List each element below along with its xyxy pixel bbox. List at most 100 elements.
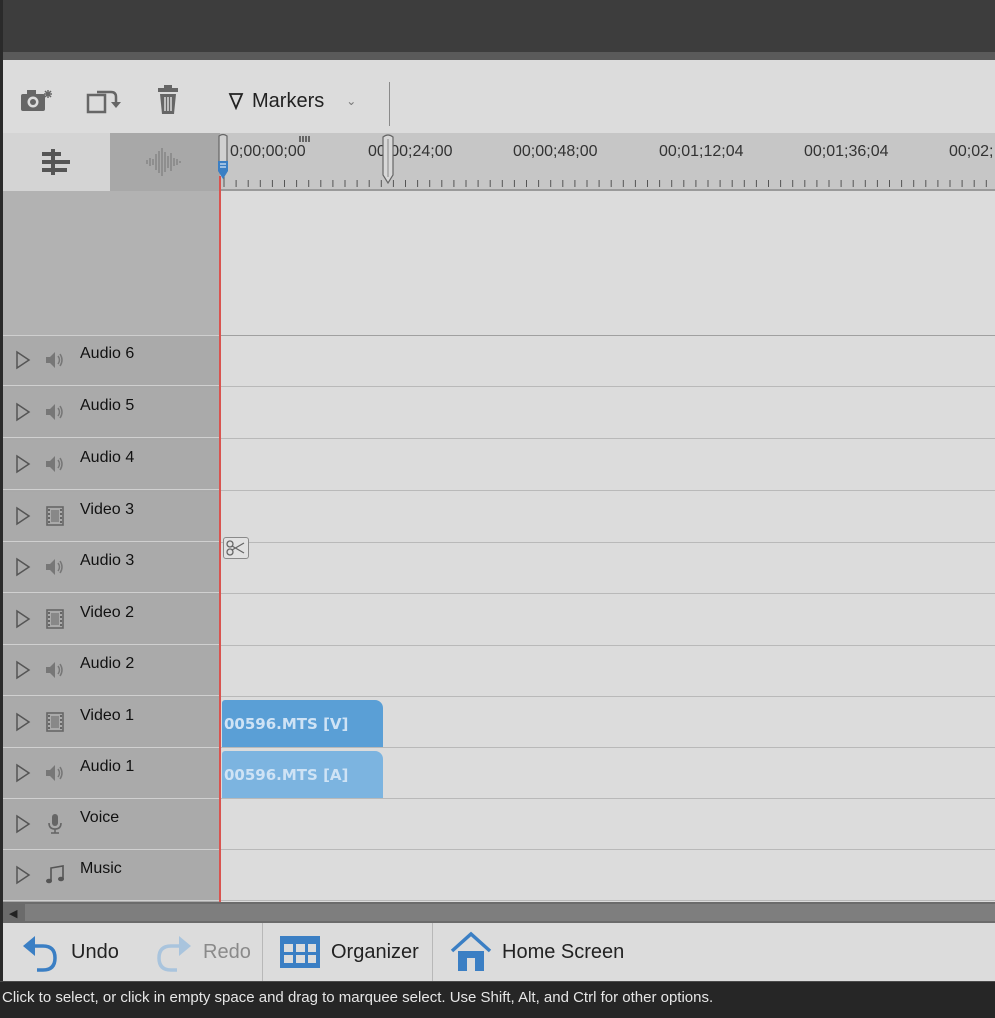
speaker-icon[interactable] bbox=[43, 761, 67, 785]
time-ruler[interactable]: 0;00;00;00 00;00;24;00 00;00;48;00 00;01… bbox=[220, 133, 995, 191]
video-clip[interactable]: 00596.MTS [V] bbox=[222, 700, 383, 747]
track-header-audio-3[interactable]: Audio 3 bbox=[3, 543, 220, 593]
expand-triangle-icon[interactable] bbox=[15, 454, 31, 474]
top-panel bbox=[0, 0, 995, 52]
undo-icon bbox=[23, 936, 57, 972]
organizer-button[interactable]: Organizer bbox=[279, 931, 419, 973]
timeline-toolbar: Markers ⌄ bbox=[3, 60, 995, 133]
track-header-video-3[interactable]: Video 3 bbox=[3, 492, 220, 542]
lane-voice[interactable] bbox=[220, 800, 995, 850]
speaker-icon[interactable] bbox=[43, 452, 67, 476]
playhead-line bbox=[219, 176, 221, 902]
track-name: Audio 5 bbox=[80, 397, 135, 414]
bottom-divider bbox=[432, 923, 433, 981]
timeline-lanes[interactable]: 00596.MTS [V] 00596.MTS [A] bbox=[220, 191, 995, 902]
track-header-video-2[interactable]: Video 2 bbox=[3, 595, 220, 645]
track-header-audio-4[interactable]: Audio 4 bbox=[3, 440, 220, 490]
track-name: Video 3 bbox=[80, 501, 134, 518]
lane-music[interactable] bbox=[220, 851, 995, 901]
empty-lane-area[interactable] bbox=[220, 191, 995, 336]
track-name: Audio 1 bbox=[80, 758, 135, 775]
lane-video-1[interactable]: 00596.MTS [V] bbox=[220, 698, 995, 748]
ruler-timecode: 00;01;36;04 bbox=[804, 143, 889, 160]
lane-audio-5[interactable] bbox=[220, 389, 995, 439]
speaker-icon[interactable] bbox=[43, 348, 67, 372]
film-icon[interactable] bbox=[43, 607, 67, 631]
markers-label: Markers bbox=[252, 89, 325, 112]
track-name: Audio 2 bbox=[80, 655, 135, 672]
scrollbar-thumb[interactable] bbox=[25, 904, 995, 921]
track-header-music[interactable]: Music bbox=[3, 851, 220, 901]
zoom-grip-icon[interactable] bbox=[298, 135, 312, 143]
track-header-audio-6[interactable]: Audio 6 bbox=[3, 336, 220, 386]
track-name: Video 1 bbox=[80, 707, 134, 724]
lane-video-2[interactable] bbox=[220, 596, 995, 646]
undo-label: Undo bbox=[71, 940, 119, 963]
home-icon bbox=[450, 931, 492, 971]
track-header-audio-5[interactable]: Audio 5 bbox=[3, 388, 220, 438]
horizontal-scrollbar[interactable]: ◀ bbox=[3, 902, 995, 923]
bottom-divider bbox=[262, 923, 263, 981]
track-header-video-1[interactable]: Video 1 bbox=[3, 698, 220, 748]
lane-audio-1[interactable]: 00596.MTS [A] bbox=[220, 749, 995, 799]
lane-audio-2[interactable] bbox=[220, 647, 995, 697]
track-header-audio-1[interactable]: Audio 1 bbox=[3, 749, 220, 799]
speaker-icon[interactable] bbox=[43, 555, 67, 579]
expand-triangle-icon[interactable] bbox=[15, 557, 31, 577]
lane-video-3[interactable] bbox=[220, 493, 995, 543]
ruler-timecode: 00;01;12;04 bbox=[659, 143, 744, 160]
film-icon[interactable] bbox=[43, 504, 67, 528]
header-empty-area bbox=[3, 191, 220, 336]
chevron-down-icon: ⌄ bbox=[346, 94, 357, 108]
track-name: Audio 4 bbox=[80, 449, 135, 466]
scissors-icon[interactable] bbox=[223, 537, 249, 559]
rotate-clip-icon[interactable] bbox=[85, 84, 121, 116]
organizer-grid-icon bbox=[280, 936, 320, 968]
film-icon[interactable] bbox=[43, 710, 67, 734]
view-tabs bbox=[3, 133, 220, 191]
marker-flag-icon bbox=[228, 93, 244, 110]
redo-label: Redo bbox=[203, 940, 251, 963]
ruler-ticks bbox=[223, 175, 987, 187]
expand-triangle-icon[interactable] bbox=[15, 712, 31, 732]
expand-triangle-icon[interactable] bbox=[15, 660, 31, 680]
audio-waveform-icon bbox=[146, 148, 181, 176]
tab-timeline-view[interactable] bbox=[3, 133, 110, 191]
lane-audio-6[interactable] bbox=[220, 337, 995, 387]
work-area-handle[interactable] bbox=[380, 133, 396, 185]
expand-triangle-icon[interactable] bbox=[15, 609, 31, 629]
speaker-icon[interactable] bbox=[43, 658, 67, 682]
snapshot-camera-icon[interactable] bbox=[18, 84, 54, 116]
playhead-handle[interactable] bbox=[215, 133, 231, 183]
expand-triangle-icon[interactable] bbox=[15, 350, 31, 370]
track-header-audio-2[interactable]: Audio 2 bbox=[3, 646, 220, 696]
scroll-left-arrow-icon[interactable]: ◀ bbox=[9, 907, 17, 920]
lane-audio-4[interactable] bbox=[220, 441, 995, 491]
trash-icon[interactable] bbox=[151, 84, 187, 116]
audio-clip[interactable]: 00596.MTS [A] bbox=[222, 751, 383, 798]
expand-triangle-icon[interactable] bbox=[15, 814, 31, 834]
status-bar: Click to select, or click in empty space… bbox=[0, 981, 995, 1018]
track-name: Music bbox=[80, 860, 122, 877]
redo-button[interactable]: Redo bbox=[153, 931, 251, 973]
expand-triangle-icon[interactable] bbox=[15, 402, 31, 422]
undo-button[interactable]: Undo bbox=[21, 931, 119, 973]
ruler-timecode: 00;02; bbox=[949, 143, 994, 160]
markers-dropdown[interactable]: Markers ⌄ bbox=[228, 88, 356, 114]
lane-audio-3[interactable] bbox=[220, 544, 995, 594]
expand-triangle-icon[interactable] bbox=[15, 865, 31, 885]
bottom-action-bar: Undo Redo Organizer Home Screen bbox=[3, 923, 995, 981]
track-header-voice[interactable]: Voice bbox=[3, 800, 220, 850]
expand-triangle-icon[interactable] bbox=[15, 763, 31, 783]
microphone-icon[interactable] bbox=[43, 812, 67, 836]
redo-icon bbox=[157, 936, 191, 972]
panel-divider bbox=[0, 52, 995, 60]
toolbar-divider bbox=[389, 82, 390, 126]
tab-audio-view[interactable] bbox=[110, 133, 220, 191]
expand-triangle-icon[interactable] bbox=[15, 506, 31, 526]
timeline-view-icon bbox=[42, 149, 70, 175]
home-screen-button[interactable]: Home Screen bbox=[450, 931, 624, 973]
music-note-icon[interactable] bbox=[43, 863, 67, 887]
speaker-icon[interactable] bbox=[43, 400, 67, 424]
organizer-label: Organizer bbox=[331, 940, 419, 963]
